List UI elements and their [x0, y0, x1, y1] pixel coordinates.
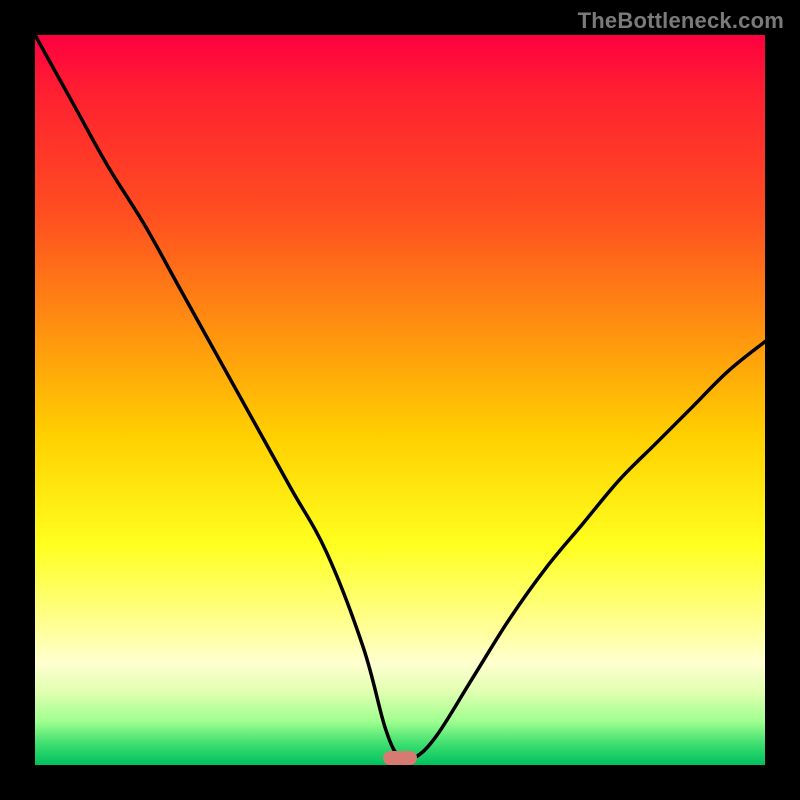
plot-area — [35, 35, 765, 765]
watermark-text: TheBottleneck.com — [578, 8, 784, 34]
chart-frame: TheBottleneck.com — [0, 0, 800, 800]
optimal-marker — [383, 751, 417, 765]
curve-path — [35, 35, 765, 761]
bottleneck-curve — [35, 35, 765, 765]
